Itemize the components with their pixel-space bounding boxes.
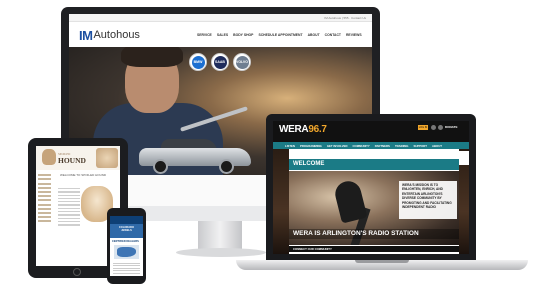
logo-prefix: IM [79, 27, 93, 43]
welcome-heading: WELCOME TO SPOILED HOUND [60, 173, 107, 177]
nav-item-about[interactable]: ABOUT [432, 144, 442, 148]
wera-logo[interactable]: WERA96.7 [279, 124, 327, 135]
site-banner: COLORADO JEWELS [110, 224, 143, 238]
nav-item-about[interactable]: ABOUT [308, 33, 320, 37]
nav-item-partners[interactable]: PARTNERS [375, 144, 390, 148]
volvo-logo-icon[interactable]: VOLVO [233, 53, 251, 71]
facebook-icon[interactable] [431, 125, 436, 130]
twitter-icon[interactable] [438, 125, 443, 130]
nav-item-schedule[interactable]: SCHEDULE APPOINTMENT [258, 33, 302, 37]
main-nav: LISTEN PROGRAMMING GET INVOLVED COMMUNIT… [273, 142, 469, 149]
nav-item-get-involved[interactable]: GET INVOLVED [327, 144, 348, 148]
car-image [139, 139, 251, 174]
site-logo[interactable]: IM Autohous [79, 27, 140, 43]
site-header [110, 216, 143, 224]
donate-link[interactable]: DONATE [445, 125, 457, 129]
background-left [273, 149, 289, 254]
body-text [113, 261, 140, 276]
nav-item-listen[interactable]: LISTEN [285, 144, 295, 148]
welcome-heading: WELCOME [289, 159, 459, 170]
dog-logo-icon[interactable] [42, 149, 56, 165]
saab-logo-icon[interactable]: SAAB [211, 53, 229, 71]
subtitle: CERTIFIED DEALERS [112, 240, 139, 243]
nav-item-training[interactable]: TRAINING [395, 144, 409, 148]
nav-item-support[interactable]: SUPPORT [413, 144, 427, 148]
body-text [58, 186, 80, 228]
sidebar-menu[interactable] [38, 172, 54, 262]
home-button[interactable] [73, 268, 81, 276]
map-image [114, 245, 139, 259]
photo-caption: WERA IS ARLINGTON'S RADIO STATION [289, 229, 459, 239]
top-contact-bar: IM Autohous | 555 · Contact Us [69, 14, 372, 22]
bmw-logo-icon[interactable]: BMW [189, 53, 207, 71]
site-header: WERA96.7 LOG IN DONATE [273, 121, 469, 142]
nav-item-reviews[interactable]: REVIEWS [346, 33, 362, 37]
nav-item-community[interactable]: COMMUNITY [353, 144, 370, 148]
monitor-stand [198, 221, 242, 251]
connect-bar[interactable]: CONNECT OUR COMMUNITY [289, 246, 459, 252]
nav-item-contact[interactable]: CONTACT [325, 33, 341, 37]
microphone-icon [332, 178, 368, 224]
phone-screen: COLORADO JEWELS CERTIFIED DEALERS [110, 216, 143, 276]
nav-item-programming[interactable]: PROGRAMMING [300, 144, 322, 148]
login-button[interactable]: LOG IN [418, 125, 428, 130]
laptop-screen: WERA96.7 LOG IN DONATE LISTEN PROGRAMMIN… [273, 121, 469, 254]
header-dog-image [96, 148, 118, 168]
mechanic-hair [121, 47, 183, 67]
laptop-notch [355, 260, 409, 263]
monitor-base [176, 248, 266, 257]
mission-statement: WERA'S MISSION IS TO ENLIGHTEN, ENRICH, … [399, 181, 457, 219]
site-title[interactable]: SPOILED HOUND [58, 152, 86, 165]
nav-item-body-shop[interactable]: BODY SHOP [233, 33, 253, 37]
nav-item-sales[interactable]: SALES [217, 33, 228, 37]
site-header: SPOILED HOUND [36, 146, 120, 170]
us-map-icon [117, 247, 136, 257]
logo-suffix: Autohous [93, 29, 140, 41]
studio-photo: WERA'S MISSION IS TO ENLIGHTEN, ENRICH, … [289, 171, 459, 245]
main-nav: SERVICE SALES BODY SHOP SCHEDULE APPOINT… [197, 33, 362, 37]
nav-item-service[interactable]: SERVICE [197, 33, 212, 37]
